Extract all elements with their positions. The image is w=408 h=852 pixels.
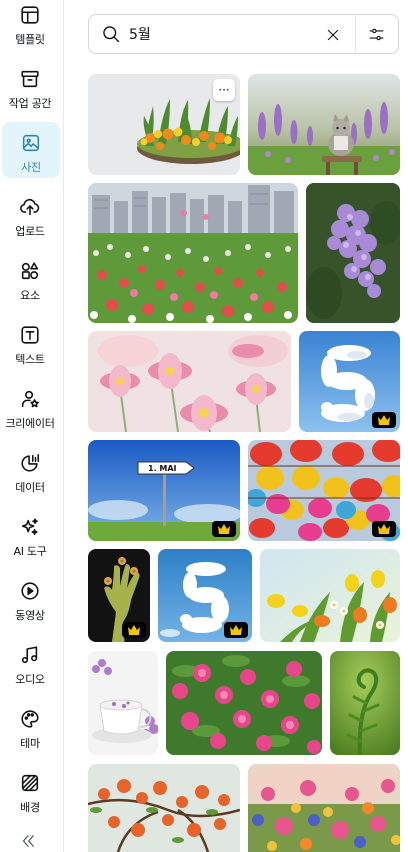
tea-cup-image xyxy=(88,651,158,755)
sidebar-item-label: 사진 xyxy=(21,161,41,174)
sidebar-item-videos[interactable]: 동영상 xyxy=(0,578,60,634)
sidebar-item-photos[interactable]: 사진 xyxy=(2,122,60,178)
sign-label: 1. MAI xyxy=(148,464,177,473)
sidebar-item-label: 업로드 xyxy=(15,225,45,238)
sidebar-item-uploads[interactable]: 업로드 xyxy=(0,194,60,250)
sidebar-item-ai-tools[interactable]: AI 도구 xyxy=(0,514,60,570)
image-result-tile[interactable] xyxy=(260,549,400,642)
more-options-icon: ··· xyxy=(218,83,230,97)
premium-badge xyxy=(224,622,248,638)
sidebar-item-creators[interactable]: 크리에이터 xyxy=(0,386,60,442)
premium-badge xyxy=(372,412,396,428)
image-result-tile[interactable] xyxy=(248,74,400,175)
palette-icon xyxy=(19,708,41,730)
search-divider xyxy=(355,15,356,53)
sidebar-item-background[interactable]: 배경 xyxy=(0,770,60,826)
sidebar-item-themes[interactable]: 테마 xyxy=(0,706,60,762)
video-play-icon xyxy=(19,580,41,602)
fern-image xyxy=(330,651,400,755)
sidebar-item-label: 오디오 xyxy=(15,673,45,686)
creator-icon xyxy=(19,388,41,410)
close-icon xyxy=(327,29,339,41)
music-note-icon xyxy=(19,644,41,666)
sidebar-item-label: 동영상 xyxy=(15,609,45,622)
template-icon xyxy=(19,4,41,26)
sidebar-item-label: AI 도구 xyxy=(13,545,47,558)
cat-flowers-image xyxy=(248,74,400,175)
sidebar-item-audio[interactable]: 오디오 xyxy=(0,642,60,698)
more-options-button[interactable]: ··· xyxy=(213,79,235,101)
clear-search-button[interactable] xyxy=(325,27,341,43)
search-bar xyxy=(88,14,399,54)
image-result-tile[interactable] xyxy=(299,331,400,432)
search-icon xyxy=(101,24,121,44)
image-result-tile[interactable] xyxy=(330,651,400,755)
sidebar-item-label: 데이터 xyxy=(15,481,45,494)
sidebar-item-label: 작업 공간 xyxy=(8,97,52,110)
image-result-tile[interactable] xyxy=(88,764,240,852)
elements-icon xyxy=(19,260,41,282)
premium-badge xyxy=(372,521,396,537)
sidebar-item-elements[interactable]: 요소 xyxy=(0,258,60,314)
sidebar-item-label: 요소 xyxy=(20,289,40,302)
photo-icon xyxy=(20,132,42,154)
ai-sparkle-icon xyxy=(19,516,41,538)
background-pattern-icon xyxy=(19,772,41,794)
premium-badge xyxy=(212,521,236,537)
image-result-tile[interactable]: 1. MAI xyxy=(88,440,240,541)
sidebar-item-data[interactable]: 데이터 xyxy=(0,450,60,506)
collapse-sidebar-button[interactable] xyxy=(16,830,40,852)
image-result-tile[interactable] xyxy=(248,764,400,852)
crown-icon xyxy=(218,524,230,534)
lilac-image xyxy=(306,183,400,323)
upload-cloud-icon xyxy=(19,196,41,218)
image-result-tile[interactable] xyxy=(248,440,400,541)
image-result-tile[interactable]: ··· xyxy=(88,74,240,175)
text-icon xyxy=(19,324,41,346)
spring-tulips-image xyxy=(260,549,400,642)
orange-blossoms-image xyxy=(88,764,240,852)
workspace-icon xyxy=(19,68,41,90)
image-result-tile[interactable] xyxy=(88,183,298,323)
sidebar-item-label: 텍스트 xyxy=(15,353,45,366)
sidebar-item-text[interactable]: 텍스트 xyxy=(0,322,60,378)
crown-icon xyxy=(378,415,390,425)
city-flower-field-image xyxy=(88,183,298,323)
search-input[interactable] xyxy=(129,23,309,45)
sidebar-item-label: 템플릿 xyxy=(15,33,45,46)
image-result-tile[interactable] xyxy=(158,549,252,642)
sidebar-item-workspace[interactable]: 작업 공간 xyxy=(0,66,60,122)
image-result-tile[interactable] xyxy=(166,651,322,755)
crown-icon xyxy=(378,524,390,534)
colorful-field-image xyxy=(248,764,400,852)
filter-button[interactable] xyxy=(368,26,385,43)
filter-sliders-icon xyxy=(369,28,384,41)
crown-icon xyxy=(128,625,140,635)
image-result-tile[interactable] xyxy=(306,183,400,323)
sidebar-nav: 템플릿 작업 공간 사진 업로드 요소 텍스트 크리에이터 데이터 AI 도구 … xyxy=(0,0,64,852)
azaleas-image xyxy=(166,651,322,755)
image-result-tile[interactable] xyxy=(88,549,150,642)
sidebar-item-label: 테마 xyxy=(20,737,40,750)
sidebar-item-label: 크리에이터 xyxy=(5,417,55,430)
image-result-tile[interactable] xyxy=(88,651,158,755)
double-chevron-left-icon xyxy=(22,835,34,847)
pink-daisies-image xyxy=(88,331,291,432)
data-chart-icon xyxy=(19,452,41,474)
image-result-tile[interactable] xyxy=(88,331,291,432)
premium-badge xyxy=(122,622,146,638)
crown-icon xyxy=(230,625,242,635)
sidebar-item-templates[interactable]: 템플릿 xyxy=(0,2,60,58)
sidebar-item-label: 배경 xyxy=(20,801,40,814)
